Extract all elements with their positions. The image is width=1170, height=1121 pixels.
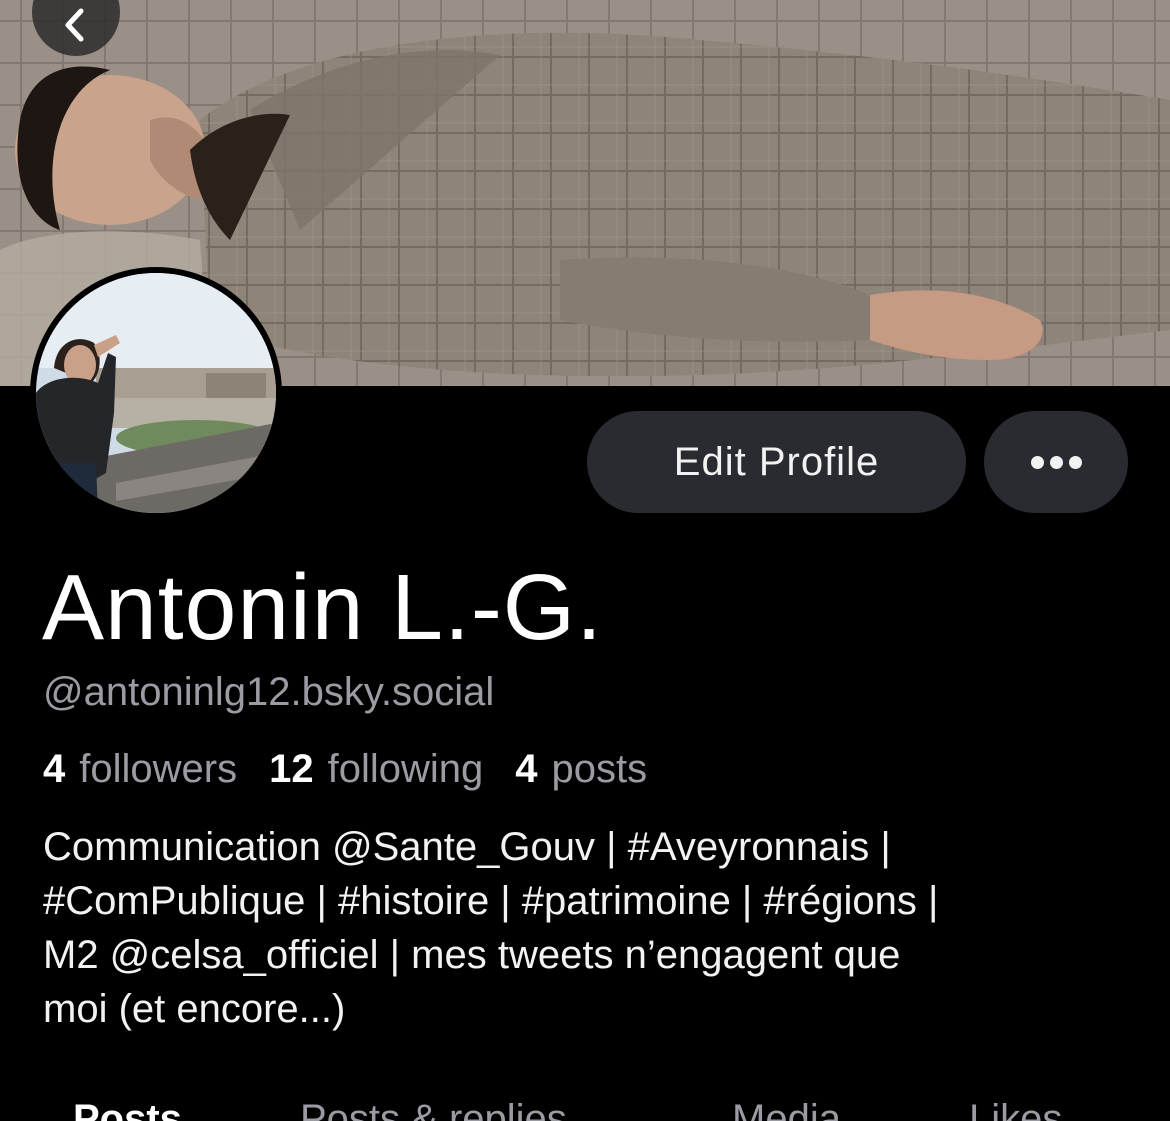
profile-handle: @antoninlg12.bsky.social <box>43 670 495 714</box>
ellipsis-icon <box>1030 455 1082 469</box>
following-link[interactable]: 12 following <box>269 744 483 794</box>
bio-line: Communication @Sante_Gouv | #Aveyronnais… <box>43 825 891 869</box>
followers-count: 4 <box>43 747 66 791</box>
tab-likes[interactable]: Likes <box>969 1094 1062 1121</box>
following-label: following <box>327 747 484 791</box>
followers-label: followers <box>79 747 238 791</box>
bio-line: M2 @celsa_officiel | mes tweets n’engage… <box>43 933 901 977</box>
avatar-photo <box>36 273 276 513</box>
posts-count: 4 <box>515 747 538 791</box>
more-options-button[interactable] <box>984 411 1128 513</box>
followers-link[interactable]: 4 followers <box>43 744 237 794</box>
following-count: 12 <box>269 747 314 791</box>
edit-profile-button[interactable]: Edit Profile <box>587 411 966 513</box>
display-name: Antonin L.-G. <box>42 555 603 659</box>
profile-stats: 4 followers 12 following 4 posts <box>43 744 679 794</box>
profile-bio: Communication @Sante_Gouv | #Aveyronnais… <box>43 820 1143 1036</box>
avatar[interactable] <box>30 267 282 519</box>
bio-line: #ComPublique | #histoire | #patrimoine |… <box>43 879 939 923</box>
tab-media[interactable]: Media <box>732 1094 841 1121</box>
posts-label: posts <box>551 747 648 791</box>
tab-posts[interactable]: Posts <box>73 1094 182 1121</box>
chevron-left-icon <box>65 8 84 42</box>
bio-line: moi (et encore...) <box>43 987 346 1031</box>
profile-tabs: Posts Posts & replies Media Likes <box>0 1090 1170 1121</box>
tab-posts-and-replies[interactable]: Posts & replies <box>300 1094 567 1121</box>
posts-stat: 4 posts <box>515 744 647 794</box>
